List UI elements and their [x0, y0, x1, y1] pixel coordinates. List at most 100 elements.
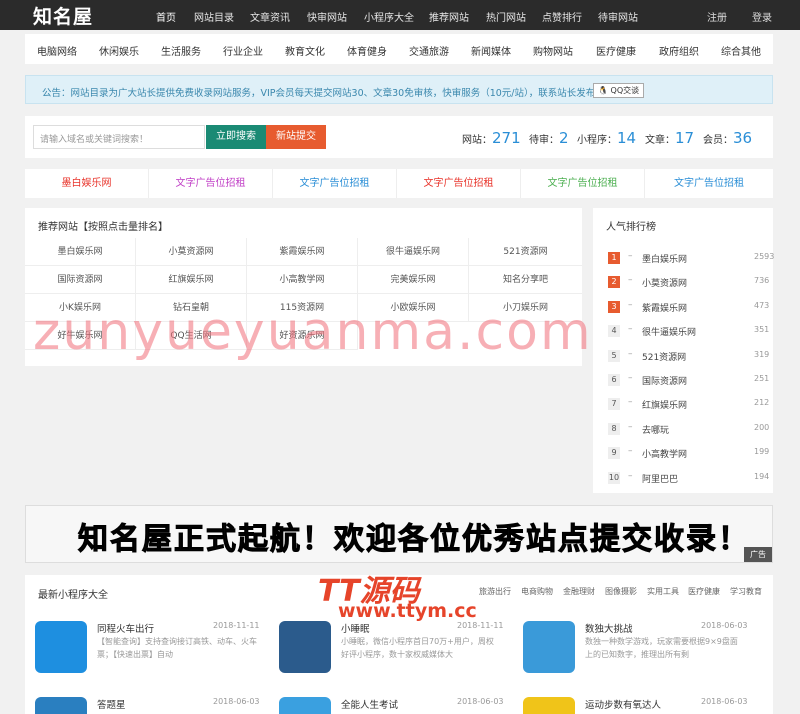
miniprogram-card[interactable]: 全能人生考试 2018-06-03 — [279, 697, 515, 714]
rank-number: 5 — [608, 349, 620, 362]
nav-miniprograms[interactable]: 小程序大全 — [364, 9, 414, 24]
recommended-site[interactable]: 好牛娱乐网 — [25, 322, 136, 350]
recommended-site[interactable]: 完美娱乐网 — [358, 266, 469, 294]
nav-fast-review[interactable]: 快审网站 — [307, 9, 347, 24]
ranking-item[interactable]: 2– 小莫资源网 736 — [608, 270, 769, 294]
category-item[interactable]: 电脑网络 — [37, 43, 77, 58]
category-item[interactable]: 休闲娱乐 — [99, 43, 139, 58]
ranking-item[interactable]: 7– 红旗娱乐网 212 — [608, 392, 769, 416]
nav-recommended[interactable]: 推荐网站 — [429, 9, 469, 24]
miniprograms-title: 最新小程序大全 — [38, 590, 108, 601]
app-name: 运动步数有氧达人 — [585, 700, 662, 711]
nav-popular[interactable]: 热门网站 — [486, 9, 526, 24]
recommended-site[interactable]: 小欧娱乐网 — [358, 294, 469, 322]
category-item[interactable]: 购物网站 — [533, 43, 573, 58]
ranking-item[interactable]: 6– 国际资源网 251 — [608, 368, 770, 392]
recommended-site[interactable]: 红旗娱乐网 — [136, 266, 247, 294]
recommended-site[interactable]: QQ生活网 — [136, 322, 247, 350]
nav-home[interactable]: 首页 — [156, 9, 176, 24]
recommended-site[interactable]: 知名分享吧 — [469, 266, 582, 294]
recommended-site[interactable]: 很牛逼娱乐网 — [358, 238, 469, 266]
register-link[interactable]: 注册 — [707, 9, 727, 24]
miniprogram-card[interactable]: 同程火车出行 2018-11-11 【智能查询】支持查询接订高铁、动车、火车票；… — [35, 621, 271, 681]
rank-site-name: 墨白娱乐网 — [642, 255, 688, 265]
mini-tab[interactable]: 学习教育 — [730, 586, 762, 597]
stat-sites: 网站：271 — [462, 129, 521, 147]
login-link[interactable]: 登录 — [752, 9, 772, 24]
recommended-site[interactable]: 小莫资源网 — [136, 238, 247, 266]
app-name: 数独大挑战 — [585, 624, 633, 635]
banner-text: 知名屋正式起航！欢迎各位优秀站点提交收录！ — [78, 522, 750, 558]
category-item[interactable]: 生活服务 — [161, 43, 201, 58]
recommended-site[interactable]: 钻石皇朝 — [136, 294, 247, 322]
text-ad[interactable]: 文字广告位招租 — [273, 169, 397, 198]
rank-site-name: 国际资源网 — [642, 377, 688, 387]
mini-tab[interactable]: 实用工具 — [647, 586, 679, 597]
app-name: 小睡眠 — [341, 624, 370, 635]
category-item[interactable]: 交通旅游 — [409, 43, 449, 58]
ranking-item[interactable]: 3– 紫霞娱乐网 473 — [608, 295, 769, 319]
recommended-site[interactable]: 紫霞娱乐网 — [247, 238, 358, 266]
recommended-site[interactable]: 好资源乐网 — [247, 322, 358, 350]
recommended-panel: 推荐网站【按照点击量排名】 墨白娱乐网 小莫资源网 紫霞娱乐网 很牛逼娱乐网 521资源… — [25, 208, 582, 366]
rank-site-name: 去哪玩 — [642, 425, 670, 436]
recommended-site[interactable]: 小高教学网 — [247, 266, 358, 294]
dash-icon: – — [628, 299, 633, 310]
app-name: 答题星 — [97, 700, 126, 711]
ad-tag: 广告 — [744, 547, 772, 562]
nav-articles[interactable]: 文章资讯 — [250, 9, 290, 24]
ranking-item[interactable]: 4– 很牛逼娱乐网 351 — [608, 319, 769, 343]
ranking-item[interactable]: 10– 阿里巴巴 194 — [608, 466, 769, 490]
text-ad[interactable]: 文字广告位招租 — [645, 169, 773, 198]
dash-icon: – — [628, 275, 633, 286]
category-item[interactable]: 体育健身 — [347, 43, 387, 58]
rank-count: 2593 — [754, 252, 775, 261]
app-name: 全能人生考试 — [341, 700, 399, 711]
miniprogram-card[interactable]: 小睡眠 2018-11-11 小睡眠，微信小程序首日70万+用户，周权好评小程序… — [279, 621, 515, 681]
category-item[interactable]: 政府组织 — [659, 43, 699, 58]
category-item[interactable]: 综合其他 — [721, 43, 761, 58]
mini-tab[interactable]: 金融理财 — [563, 586, 595, 597]
text-ad[interactable]: 文字广告位招租 — [149, 169, 273, 198]
ranking-item[interactable]: 8– 去哪玩 200 — [608, 417, 769, 441]
category-item[interactable]: 行业企业 — [223, 43, 263, 58]
sleep-cat-icon — [279, 621, 331, 673]
recommended-site[interactable]: 小刀娱乐网 — [469, 294, 582, 322]
category-item[interactable]: 新闻媒体 — [471, 43, 511, 58]
announcement-banner[interactable]: 知名屋正式起航！欢迎各位优秀站点提交收录！ 广告 — [25, 505, 773, 563]
category-item[interactable]: 教育文化 — [285, 43, 325, 58]
recommended-site[interactable]: 小K娱乐网 — [25, 294, 136, 322]
recommended-site[interactable]: 国际资源网 — [25, 266, 136, 294]
rank-site-name: 红旗娱乐网 — [642, 401, 688, 412]
mini-tab[interactable]: 医疗健康 — [688, 586, 720, 597]
mini-tab[interactable]: 图像摄影 — [605, 586, 637, 597]
site-logo[interactable]: 知名屋 — [33, 2, 93, 29]
rank-site-name: 小高教学网 — [642, 450, 688, 461]
category-item[interactable]: 医疗健康 — [596, 43, 636, 58]
nav-likes-ranking[interactable]: 点赞排行 — [542, 9, 582, 24]
ranking-item[interactable]: 5–521资源网 319 — [608, 344, 769, 368]
search-button[interactable]: 立即搜索 — [206, 125, 266, 149]
text-ad[interactable]: 墨白娱乐网 — [25, 169, 149, 198]
miniprogram-card[interactable]: 答题星 2018-06-03 — [35, 697, 271, 714]
text-ad[interactable]: 文字广告位招租 — [397, 169, 521, 198]
qq-chat-button[interactable]: 🐧 QQ交谈 — [593, 83, 645, 98]
nav-pending[interactable]: 待审网站 — [598, 9, 638, 24]
search-input[interactable]: 请输入域名或关键词搜索！ — [33, 125, 205, 149]
ranking-title: 人气排行榜 — [606, 222, 656, 233]
ranking-item[interactable]: 1– 墨白娱乐网 2593 — [608, 246, 774, 270]
text-ad[interactable]: 文字广告位招租 — [521, 169, 645, 198]
rank-number: 2 — [608, 276, 620, 289]
recommended-site[interactable]: 521资源网 — [469, 238, 582, 266]
rank-count: 251 — [754, 374, 770, 383]
mini-tab[interactable]: 电商购物 — [521, 586, 553, 597]
exam-icon — [279, 697, 331, 714]
mini-tab[interactable]: 旅游出行 — [479, 586, 511, 597]
submit-site-button[interactable]: 新站提交 — [266, 125, 326, 149]
nav-directory[interactable]: 网站目录 — [194, 9, 234, 24]
recommended-site[interactable]: 115资源网 — [247, 294, 358, 322]
recommended-site[interactable]: 墨白娱乐网 — [25, 238, 136, 266]
miniprogram-card[interactable]: 数独大挑战 2018-06-03 数独一种数学游戏，玩家需要根据9×9盘面上的已… — [523, 621, 763, 681]
miniprogram-card[interactable]: 运动步数有氧达人 2018-06-03 — [523, 697, 763, 714]
ranking-item[interactable]: 9– 小高教学网 199 — [608, 441, 769, 465]
